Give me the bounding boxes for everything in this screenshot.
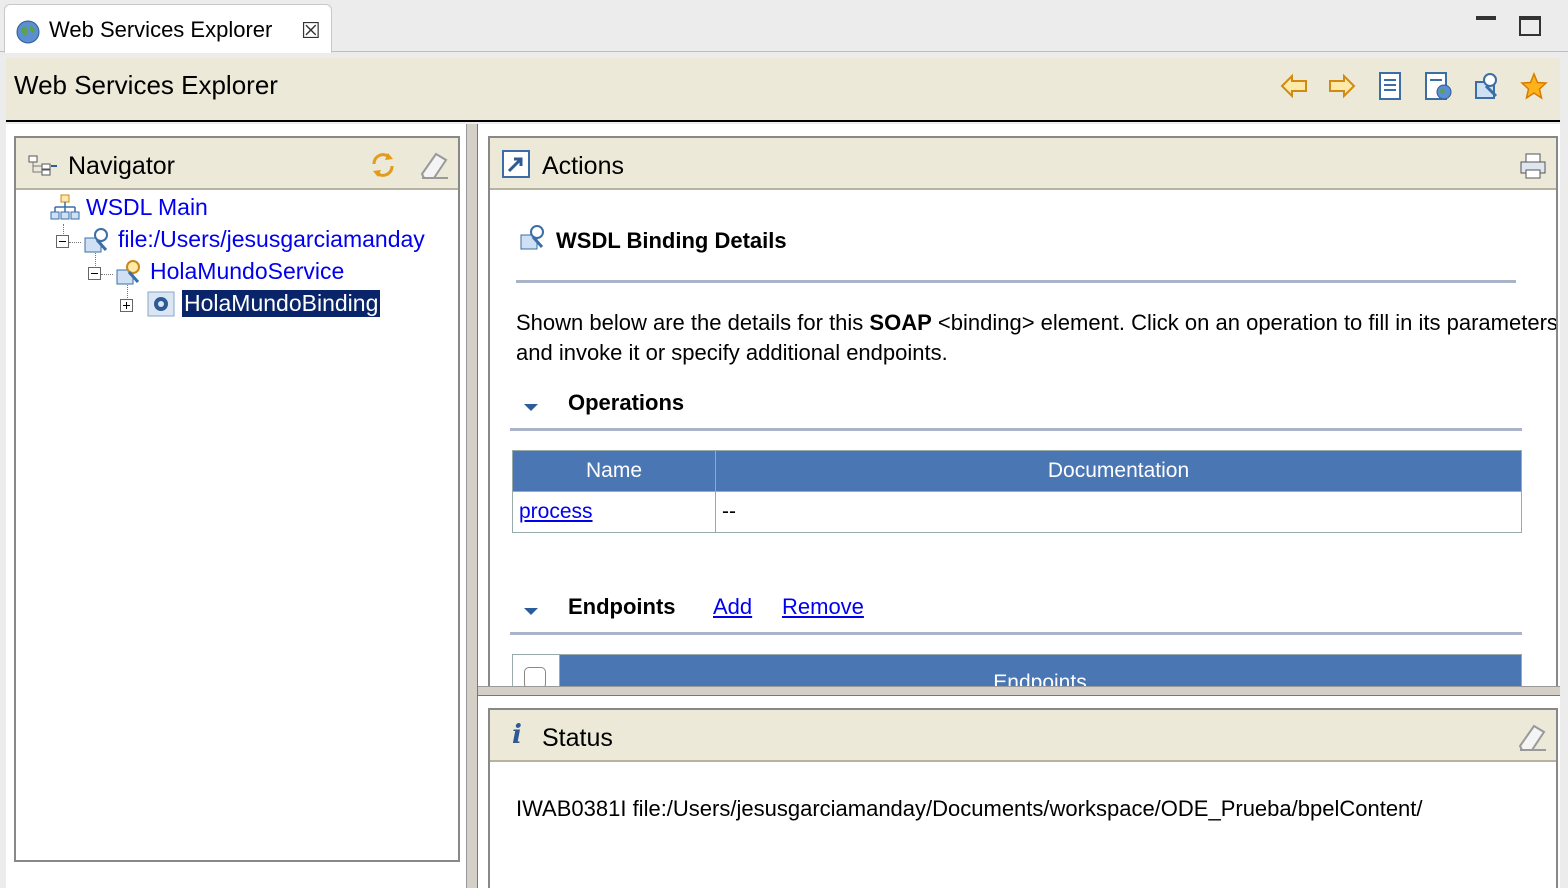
collapse-triangle-icon[interactable]: [524, 404, 538, 411]
operation-cell: process: [512, 491, 716, 533]
status-header: i Status: [490, 710, 1556, 762]
wsdl-page-icon[interactable]: [1470, 70, 1502, 102]
maximize-icon[interactable]: [1519, 16, 1541, 36]
select-all-checkbox[interactable]: [524, 667, 546, 686]
print-icon[interactable]: [1518, 152, 1548, 180]
divider: [510, 632, 1522, 635]
operation-link-process[interactable]: process: [519, 500, 593, 523]
column-header-name: Name: [512, 450, 716, 492]
add-endpoint-link[interactable]: Add: [713, 594, 752, 620]
tree-item-wsdl-main[interactable]: WSDL Main: [86, 194, 208, 221]
status-message: IWAB0381I file:/Users/jesusgarciamanday/…: [516, 796, 1423, 821]
status-pane: i Status IWAB0381I file:/Users/jesusgarc…: [488, 708, 1558, 888]
documentation-cell: --: [715, 491, 1522, 533]
operations-table: Name Documentation process --: [512, 450, 1522, 533]
horizontal-sash[interactable]: [478, 686, 1560, 696]
tree-connector: [69, 242, 81, 243]
collapse-toggle[interactable]: [56, 235, 69, 248]
wsdl-main-icon: [50, 194, 80, 220]
binding-gear-icon: [147, 291, 175, 317]
binding-description: Shown below are the details for this SOA…: [516, 308, 1556, 368]
service-icon: [116, 260, 140, 285]
endpoints-heading: Endpoints: [568, 594, 676, 619]
column-header-endpoints: Endpoints: [993, 671, 1087, 686]
actions-header: Actions: [490, 138, 1556, 190]
navigator-title: Navigator: [68, 152, 175, 180]
wsil-page-icon[interactable]: [1422, 70, 1454, 102]
minimize-icon[interactable]: [1476, 16, 1496, 20]
actions-arrow-icon: [502, 150, 530, 178]
binding-details-heading: WSDL Binding Details: [556, 228, 787, 253]
description-text: Shown below are the details for this: [516, 310, 870, 335]
globe-icon: [16, 20, 40, 44]
collapse-triangle-icon[interactable]: [524, 608, 538, 615]
status-title: Status: [542, 724, 613, 752]
info-icon: i: [512, 720, 522, 750]
divider: [510, 428, 1522, 431]
divider: [516, 280, 1516, 283]
select-all-cell: [513, 655, 560, 686]
close-icon[interactable]: ☒: [301, 20, 321, 42]
explorer-header: Web Services Explorer: [6, 58, 1560, 122]
uddi-page-icon[interactable]: [1374, 70, 1406, 102]
forward-arrow-icon[interactable]: [1326, 70, 1358, 102]
collapse-toggle[interactable]: [88, 267, 101, 280]
endpoints-table-header: Endpoints: [512, 654, 1522, 686]
description-soap: SOAP: [869, 310, 932, 335]
navigator-header: Navigator: [16, 138, 458, 190]
tree-item-wsdl-file[interactable]: file:/Users/jesusgarciamanday: [118, 226, 425, 253]
table-row: process --: [512, 491, 1522, 533]
editor-tab-title: Web Services Explorer: [49, 17, 273, 42]
actions-pane: Actions WSDL Binding Details Shown below…: [488, 136, 1558, 686]
column-header-documentation: Documentation: [715, 450, 1522, 492]
editor-tab[interactable]: Web Services Explorer ☒: [4, 4, 332, 53]
remove-endpoint-link[interactable]: Remove: [782, 594, 864, 620]
binding-details-icon: [520, 225, 544, 250]
back-arrow-icon[interactable]: [1278, 70, 1310, 102]
favorites-star-icon[interactable]: [1518, 70, 1550, 102]
refresh-icon[interactable]: [368, 150, 398, 180]
expand-toggle[interactable]: [120, 299, 133, 312]
table-header-row: Name Documentation: [512, 450, 1522, 492]
operations-heading: Operations: [568, 390, 685, 415]
actions-title: Actions: [542, 152, 624, 180]
eraser-icon[interactable]: [418, 150, 450, 180]
wsdl-document-icon: [84, 228, 108, 253]
tree-item-binding-selected[interactable]: HolaMundoBinding: [180, 289, 382, 318]
navigator-pane: Navigator WSDL Main file:/Users/jesusgar…: [14, 136, 460, 862]
navigator-tree-icon: [28, 155, 57, 176]
page-title: Web Services Explorer: [14, 70, 278, 100]
eraser-icon[interactable]: [1516, 722, 1548, 752]
tree-connector: [101, 274, 113, 275]
tree-item-service[interactable]: HolaMundoService: [150, 258, 344, 285]
vertical-sash[interactable]: [466, 124, 478, 888]
